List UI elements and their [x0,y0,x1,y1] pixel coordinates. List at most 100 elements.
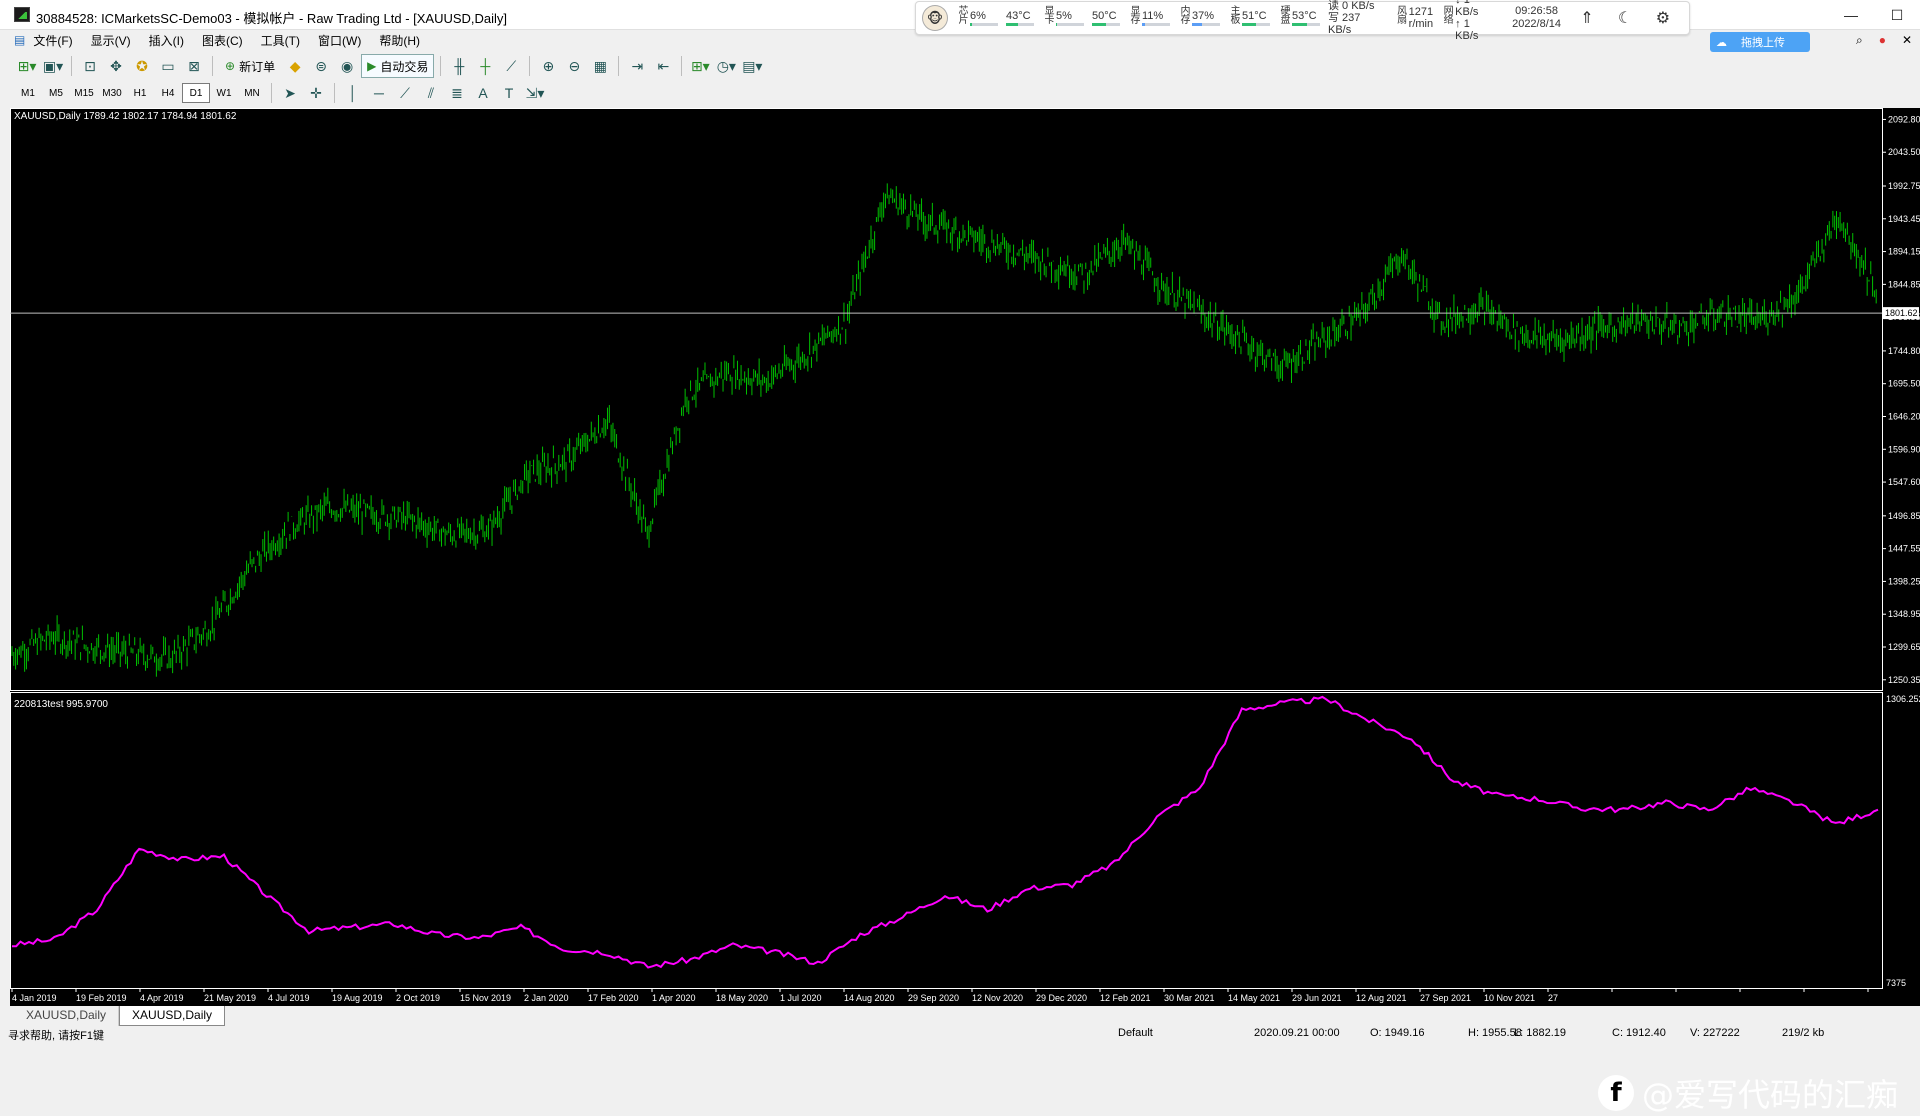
menu-tools[interactable]: 工具(T) [261,32,300,49]
x-tick-label: 19 Aug 2019 [332,993,383,1003]
new-order-icon: ⊕ [225,59,236,73]
y-tick-label: 1844.85 [1888,279,1920,289]
periods-icon[interactable]: ◷▾ [714,54,738,78]
menu-right-controls: ⌕ ● ✕ [1856,30,1912,50]
data-window-icon[interactable]: ✥ [104,54,128,78]
trendline-icon[interactable]: ⟋ [393,81,417,105]
x-tick-label: 15 Nov 2019 [460,993,511,1003]
toolbar-separator [618,56,620,76]
sysmon-bar-fill [1091,23,1106,26]
sysmon-label: 硬盘 [1277,5,1289,23]
x-tick-label: 21 May 2019 [204,993,256,1003]
menu-view[interactable]: 显示(V) [91,32,131,49]
sysmon-bar [1141,23,1170,26]
zoom-out-icon[interactable]: ⊖ [562,54,586,78]
sysmon-bar [969,23,998,26]
profiles-icon[interactable]: ▣▾ [41,54,65,78]
chart-canvas[interactable]: 2092.80 2043.50 1992.75 1943.45 1894.15 1844.… [10,108,1920,1006]
indicators-icon[interactable]: ⊞▾ [688,54,712,78]
horizontal-line-icon[interactable]: ─ [367,81,391,105]
chart-shift-icon[interactable]: ⇤ [651,54,675,78]
x-tick-label: 4 Apr 2019 [140,993,184,1003]
facebook-icon: f [1597,1075,1634,1111]
auto-trading-label: 自动交易 [380,59,429,74]
menu-file[interactable]: 文件(F) [33,32,72,49]
sysmon-item: 硬盘 53°C [1278,5,1320,31]
x-tick-label: 29 Dec 2020 [1036,993,1087,1003]
new-chart-icon[interactable]: ⊞▾ [15,54,39,78]
signals-icon[interactable]: ⊜ [309,54,333,78]
bar-chart-icon[interactable]: ╫ [447,54,471,78]
timeframe-w1-button[interactable]: W1 [210,83,238,103]
terminal-icon[interactable]: ▭ [156,54,180,78]
minimize-button[interactable]: — [1828,0,1874,30]
equidistant-channel-icon[interactable]: ⫽ [419,81,443,105]
maximize-button[interactable]: ☐ [1874,0,1920,30]
rocket-icon[interactable]: ⇑ [1575,6,1599,30]
new-order-button[interactable]: ⊕ 新订单 [219,54,281,78]
text-icon[interactable]: A [471,81,495,105]
toolbar-separator [529,56,531,76]
sysmon-value-wrap: 11% [1141,10,1170,26]
arrows-icon[interactable]: ⇲▾ [523,81,547,105]
clock-time: 09:26:58 [1515,5,1558,17]
moon-icon[interactable]: ☾ [1613,6,1637,30]
menu-window[interactable]: 窗口(W) [318,32,361,49]
fan-speed: 风扇 1271 r/min [1395,5,1433,31]
strategy-tester-icon[interactable]: ⊠ [182,54,206,78]
timeframe-d1-button[interactable]: D1 [182,83,210,103]
sysmon-value-wrap: 6% [969,10,998,26]
timeframe-toolbar: M1 M5 M15 M30 H1 H4 D1 W1 MN ➤ ✛ │ ─ ⟋ ⫽ ≣ A T ⇲… [0,82,1920,104]
timeframe-h4-button[interactable]: H4 [154,83,182,103]
metaeditor-icon[interactable]: ◆ [283,54,307,78]
chart-window[interactable]: 2092.80 2043.50 1992.75 1943.45 1894.15 1844.… [10,108,1920,1114]
sysmon-bar-fill [1191,23,1203,26]
menu-charts[interactable]: 图表(C) [202,32,243,49]
settings-icon[interactable]: ⚙ [1651,6,1675,30]
timeframe-m1-button[interactable]: M1 [14,83,42,103]
x-tick-label: 27 Sep 2021 [1420,993,1471,1003]
x-tick-label: 4 Jan 2019 [12,993,57,1003]
cursor-icon[interactable]: ➤ [278,81,302,105]
sysmon-bar-fill [969,23,972,26]
search-icon[interactable]: ⌕ [1856,33,1863,48]
tab-chart-1[interactable]: XAUUSD,Daily [14,1006,120,1026]
sysmon-label: 显存 [1127,5,1139,23]
market-watch-icon[interactable]: ⊡ [78,54,102,78]
x-tick-label: 12 Feb 2021 [1100,993,1151,1003]
timeframe-m15-button[interactable]: M15 [70,83,98,103]
sysmon-item: 50°C [1091,10,1120,26]
templates-icon[interactable]: ▤▾ [740,54,764,78]
zoom-in-icon[interactable]: ⊕ [536,54,560,78]
auto-scroll-icon[interactable]: ⇥ [625,54,649,78]
candlestick-icon[interactable]: ┼ [473,54,497,78]
timeframe-m5-button[interactable]: M5 [42,83,70,103]
navigator-icon[interactable]: ✪ [130,54,154,78]
vps-icon[interactable]: ◉ [335,54,359,78]
timeframe-m30-button[interactable]: M30 [98,83,126,103]
sysmon-bar-fill [1291,23,1307,26]
timeframe-mn-button[interactable]: MN [238,83,266,103]
y-tick-label: 1943.45 [1888,214,1920,224]
status-volume: V: 227222 [1690,1027,1740,1039]
timeframe-h1-button[interactable]: H1 [126,83,154,103]
vertical-line-icon[interactable]: │ [341,81,365,105]
y-tick-label: 2092.80 [1888,114,1920,124]
monkey-avatar-icon[interactable]: 🐵 [922,5,948,31]
notifications-icon[interactable]: ● [1879,33,1886,47]
tile-windows-icon[interactable]: ▦ [588,54,612,78]
tab-chart-2[interactable]: XAUUSD,Daily [119,1006,226,1026]
crosshair-icon[interactable]: ✛ [304,81,328,105]
text-label-icon[interactable]: T [497,81,521,105]
close-chart-button[interactable]: ✕ [1902,33,1912,47]
menu-insert[interactable]: 插入(I) [149,32,184,49]
auto-trading-button[interactable]: ▶ 自动交易 [361,54,435,78]
sysmon-label: 内存 [1177,5,1189,23]
line-chart-icon[interactable]: ⟋ [499,54,523,78]
menu-help[interactable]: 帮助(H) [379,32,420,49]
fibonacci-icon[interactable]: ≣ [445,81,469,105]
new-order-label: 新订单 [239,59,276,74]
x-tick-label: 19 Feb 2019 [76,993,127,1003]
status-low: L: 1882.19 [1514,1027,1566,1039]
y-tick-label: 1646.20 [1888,411,1920,421]
